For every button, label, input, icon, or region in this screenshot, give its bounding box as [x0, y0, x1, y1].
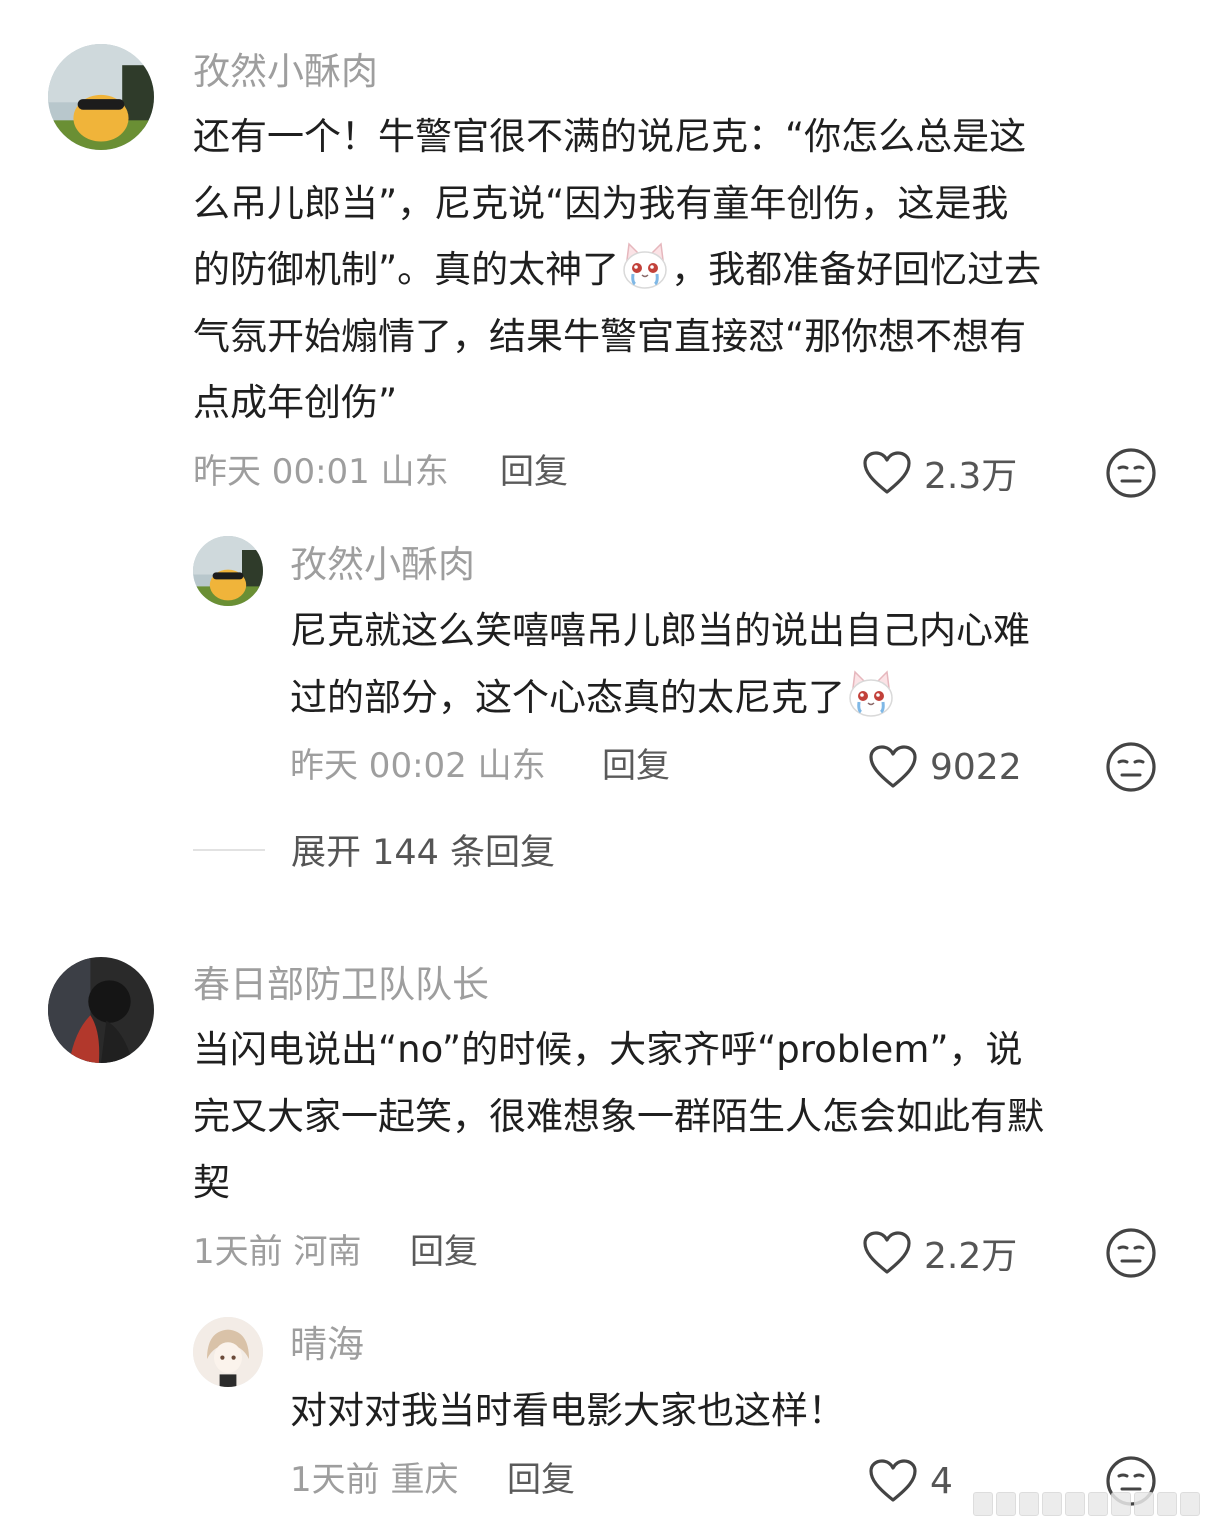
like-count: 4: [930, 1460, 953, 1502]
like-count: 2.2万: [924, 1236, 1018, 1277]
like-button[interactable]: 9022: [868, 741, 1022, 793]
avatar-image: [48, 957, 154, 1063]
comment-line: 气氛开始煽情了，结果牛警官直接怼“那你想不想有: [193, 314, 1027, 358]
comment-line: 点成年创伤”: [193, 381, 398, 424]
comment-line: 还有一个！牛警官很不满的说尼克：“你怎么总是这: [193, 115, 1027, 158]
reply-line: 对对对我当时看电影大家也这样！: [290, 1389, 845, 1432]
reply-text: 尼克就这么笑嘻嘻吊儿郎当的说出自己内心难 过的部分，这个心态真的太尼克了: [290, 598, 1030, 731]
reply-username[interactable]: 晴海: [290, 1323, 364, 1367]
crying-cat-emoji-icon: [849, 669, 893, 717]
watermark-block: [1019, 1492, 1039, 1516]
avatar[interactable]: [48, 957, 154, 1063]
reply-time-location: 1天前 重庆: [290, 1460, 459, 1500]
like-button[interactable]: 2.3万: [862, 447, 1017, 499]
avatar-image: [193, 536, 263, 606]
comment-text: 还有一个！牛警官很不满的说尼克：“你怎么总是这 么吊儿郎当”，尼克说“因为我有童…: [193, 104, 1041, 437]
heart-outline-icon: [869, 745, 917, 788]
reply-avatar[interactable]: [193, 1317, 263, 1387]
comment-line: 的防御机制”。真的太神了 ，我都准备好回忆过去: [193, 237, 1041, 304]
neutral-face-icon[interactable]: [1105, 447, 1157, 499]
heart-outline-icon: [869, 1459, 917, 1502]
comment-time-location: 1天前 河南: [193, 1232, 362, 1272]
avatar-image: [48, 44, 154, 150]
reply-time-location: 昨天 00:02 山东: [290, 746, 546, 786]
watermark-block: [1157, 1492, 1177, 1516]
neutral-face-icon[interactable]: [1105, 1227, 1157, 1279]
comment-text: 当闪电说出“no”的时候，大家齐呼“problem”，说 完又大家一起笑，很难想…: [193, 1017, 1044, 1217]
expand-replies-label: 展开 144 条回复: [291, 833, 556, 873]
comment-line: 完又大家一起笑，很难想象一群陌生人怎会如此有默: [193, 1094, 1044, 1138]
like-button[interactable]: 4: [868, 1455, 953, 1507]
comment-line-text: 的防御机制”。真的太神了: [193, 248, 620, 291]
like-count: 9022: [930, 746, 1022, 788]
reply-avatar[interactable]: [193, 536, 263, 606]
neutral-face-icon[interactable]: [1105, 741, 1157, 793]
username[interactable]: 孜然小酥肉: [193, 50, 378, 94]
avatar-image: [193, 1317, 263, 1387]
heart-outline-icon: [863, 1231, 911, 1274]
watermark-block: [1042, 1492, 1062, 1516]
reply-button[interactable]: 回复: [410, 1230, 478, 1274]
reply-line: 尼克就这么笑嘻嘻吊儿郎当的说出自己内心难: [290, 609, 1030, 652]
like-count: 2.3万: [924, 456, 1018, 497]
watermark-block: [996, 1492, 1016, 1516]
reply-text: 对对对我当时看电影大家也这样！: [290, 1378, 845, 1445]
reply-button[interactable]: 回复: [602, 744, 670, 788]
comment-line-text: ，我都准备好回忆过去: [671, 248, 1042, 291]
watermark-block: [1088, 1492, 1108, 1516]
avatar[interactable]: [48, 44, 154, 150]
reply-line-text: 过的部分，这个心态真的太尼克了: [290, 675, 845, 719]
reply-button[interactable]: 回复: [507, 1458, 575, 1502]
comment-line: 当闪电说出“no”的时候，大家齐呼“problem”，说: [193, 1028, 1023, 1071]
crying-cat-emoji-icon: [623, 242, 667, 289]
expand-replies-button[interactable]: 展开 144 条回复: [193, 824, 555, 875]
comment-line: 么吊儿郎当”，尼克说“因为我有童年创伤，这是我: [193, 181, 1009, 225]
reply-username[interactable]: 孜然小酥肉: [290, 543, 475, 587]
reply-line: 过的部分，这个心态真的太尼克了: [290, 665, 1030, 732]
comment-line: 契: [193, 1161, 230, 1204]
watermark: [973, 1492, 1200, 1516]
watermark-block: [1180, 1492, 1200, 1516]
reply-button[interactable]: 回复: [500, 450, 568, 494]
watermark-block: [1111, 1492, 1131, 1516]
username[interactable]: 春日部防卫队队长: [193, 963, 489, 1007]
watermark-block: [1134, 1492, 1154, 1516]
comment-time-location: 昨天 00:01 山东: [193, 452, 449, 492]
watermark-block: [1065, 1492, 1085, 1516]
watermark-block: [973, 1492, 993, 1516]
heart-outline-icon: [863, 451, 911, 494]
divider: [193, 848, 265, 851]
like-button[interactable]: 2.2万: [862, 1227, 1017, 1279]
